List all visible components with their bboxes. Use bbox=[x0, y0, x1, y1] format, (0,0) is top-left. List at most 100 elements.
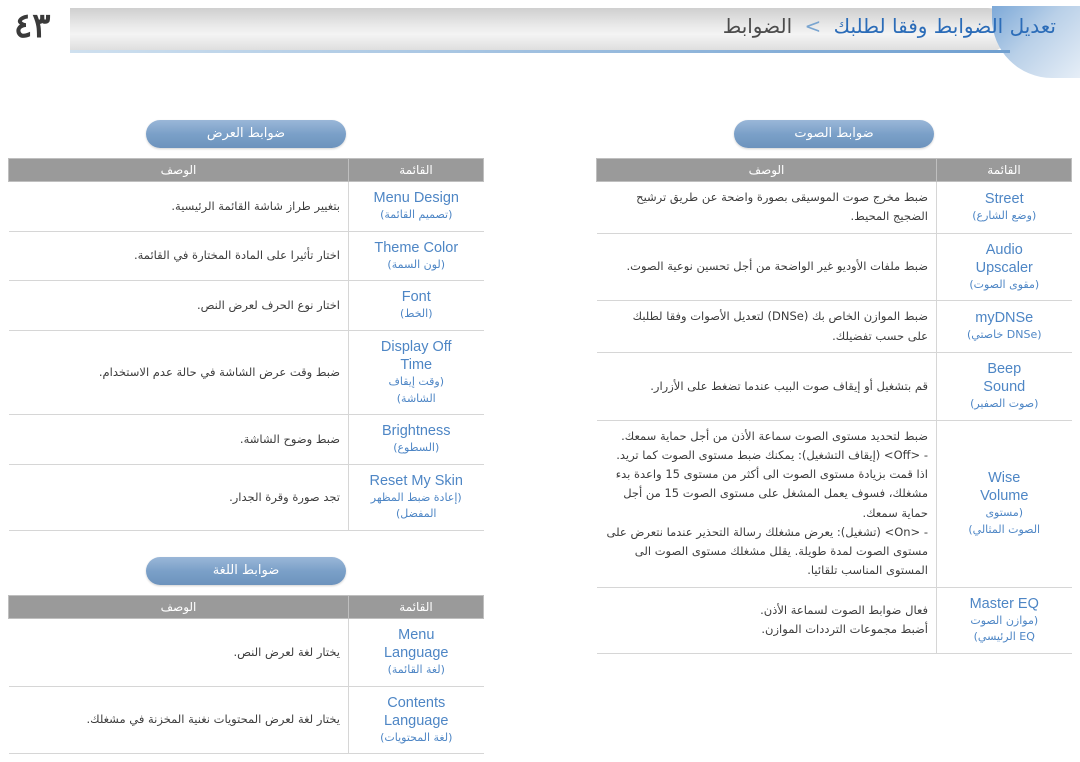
description-line: ضبط الموازن الخاص بك (DNSe) لتعديل الأصو… bbox=[632, 309, 928, 324]
table-row: Brightness (السطوع) ضبط وضوح الشاشة. bbox=[8, 414, 484, 465]
display-settings-heading: ضوابط العرض bbox=[146, 120, 346, 148]
table-row: myDNSe (DNSe خاصتي) ضبط الموازن الخاص بك (… bbox=[596, 300, 1072, 353]
column-header-description: الوصف bbox=[8, 594, 349, 619]
table-row: Display Off Time (وقت إيقاف الشاشة) ضبط وقت … bbox=[8, 330, 484, 416]
menu-item-cell: Reset My Skin (إعادة ضبط المظهر المفضل) bbox=[348, 464, 484, 531]
menu-item-label-en: Beep Sound bbox=[983, 360, 1026, 395]
sound-settings-heading: ضوابط الصوت bbox=[734, 120, 934, 148]
description-line: - <On> (تشغيل): يعرض مشغلك رسالة التحذير… bbox=[606, 524, 928, 539]
menu-item-label-ar: (تصميم القائمة) bbox=[380, 208, 453, 222]
description-line: اختار تأثيرا على المادة المختارة في القا… bbox=[133, 248, 340, 263]
menu-item-description: يختار لغة لعرض النص. bbox=[8, 618, 349, 687]
menu-item-cell: Street (وضع الشارع) bbox=[936, 181, 1072, 234]
description-line: ضبط وقت عرض الشاشة في حالة عدم الاستخدام… bbox=[98, 364, 340, 379]
menu-item-label-ar: (صوت الصفير) bbox=[970, 397, 1039, 410]
column-header-item: القائمة bbox=[936, 158, 1072, 182]
table-row: Master EQ (موازن الصوت EQ الرئيسي) فعال ضوا… bbox=[596, 587, 1072, 654]
menu-item-label-en: Display Off Time bbox=[380, 338, 452, 373]
column-header-description: الوصف bbox=[8, 158, 349, 182]
menu-item-cell: Beep Sound (صوت الصفير) bbox=[936, 352, 1072, 421]
menu-item-description: تجد صورة وقرة الجدار. bbox=[8, 464, 349, 531]
menu-item-label-en: Audio Upscaler bbox=[975, 241, 1033, 276]
menu-item-description: ضبط وضوح الشاشة. bbox=[8, 414, 349, 465]
description-line: على حسب تفضيلك. bbox=[832, 328, 928, 343]
page-title-section: الضوابط bbox=[722, 14, 793, 38]
table-row: Wise Volume (مستوى الصوت المثالي) ضبط لتحديد… bbox=[596, 420, 1072, 588]
menu-item-description: ضبط وقت عرض الشاشة في حالة عدم الاستخدام… bbox=[8, 330, 349, 416]
sound-settings-column: ضوابط الصوت القائمة الوصف Street (وضع الش… bbox=[596, 120, 1072, 654]
menu-item-label-ar: (مقوى الصوت) bbox=[969, 277, 1040, 291]
sound-settings-table: القائمة الوصف Street (وضع الشارع) ضبط مخرج… bbox=[596, 158, 1072, 654]
menu-item-description: يختار لغة لعرض المحتويات نغنية المخزنة ف… bbox=[8, 686, 349, 755]
page-number: ٤٣ bbox=[14, 8, 51, 45]
menu-item-description: اختار تأثيرا على المادة المختارة في القا… bbox=[8, 231, 349, 282]
table-row: Menu Language (لغة القائمة) يختار لغة لعرض … bbox=[8, 618, 484, 687]
table-row: Contents Language (لغة المحتويات) يختار لغة… bbox=[8, 686, 484, 755]
table-row: Font (الخط) اختار نوع الحرف لعرض النص. bbox=[8, 280, 484, 331]
menu-item-description: ضبط لتحديد مستوى الصوت سماعة الأذن من أج… bbox=[596, 420, 937, 588]
menu-item-description: بتغيير طراز شاشة القائمة الرئيسية. bbox=[8, 181, 349, 232]
menu-item-label-en: Font bbox=[401, 289, 431, 306]
display-settings-column: ضوابط العرض القائمة الوصف Menu Design (تص… bbox=[8, 120, 484, 755]
table-row: Audio Upscaler (مقوى الصوت) ضبط ملفات الأود… bbox=[596, 233, 1072, 302]
menu-item-cell: Audio Upscaler (مقوى الصوت) bbox=[936, 233, 1072, 302]
menu-item-cell: Menu Language (لغة القائمة) bbox=[348, 618, 484, 687]
description-line: قم بتشغيل أو إيقاف صوت البيب عندما تضغط … bbox=[650, 378, 928, 393]
menu-item-cell: Theme Color (لون السمة) bbox=[348, 231, 484, 282]
description-line: ضبط ملفات الأوديو غير الواضحة من أجل تحس… bbox=[626, 259, 928, 274]
menu-item-label-ar: (لغة القائمة) bbox=[387, 663, 445, 677]
menu-item-label-en: Contents Language bbox=[383, 694, 449, 729]
table-row: Theme Color (لون السمة) اختار تأثيرا على ا… bbox=[8, 231, 484, 282]
menu-item-label-en: Wise Volume bbox=[980, 469, 1029, 504]
menu-item-label-en: Master EQ bbox=[969, 595, 1039, 612]
menu-item-label-en: Menu Language bbox=[383, 626, 449, 661]
menu-item-label-ar: (السطوع) bbox=[393, 441, 440, 455]
menu-item-label-en: Street bbox=[984, 190, 1024, 207]
column-header-item: القائمة bbox=[348, 594, 484, 619]
description-line: - <Off> (إيقاف التشغيل): يمكنك ضبط مستوى… bbox=[616, 447, 928, 462]
page-title: تعديل الضوابط وفقا لطلبك > الضوابط bbox=[723, 14, 1056, 38]
menu-item-cell: Master EQ (موازن الصوت EQ الرئيسي) bbox=[936, 587, 1072, 654]
language-settings-table: القائمة الوصف Menu Language (لغة القائمة) ي… bbox=[8, 594, 484, 755]
menu-item-label-ar: (لون السمة) bbox=[387, 257, 446, 271]
description-line: يختار لغة لعرض المحتويات نغنية المخزنة ف… bbox=[86, 712, 340, 727]
display-settings-table: القائمة الوصف Menu Design (تصميم القائمة)… bbox=[8, 158, 484, 531]
table-row: Reset My Skin (إعادة ضبط المظهر المفضل) تجد… bbox=[8, 464, 484, 531]
description-line: أضبط مجموعات الترددات الموازن. bbox=[761, 622, 928, 637]
table-row: Street (وضع الشارع) ضبط مخرج صوت الموسيقى … bbox=[596, 181, 1072, 234]
language-settings-heading: ضوابط اللغة bbox=[146, 556, 346, 585]
breadcrumb-separator: > bbox=[804, 14, 822, 38]
menu-item-cell: Contents Language (لغة المحتويات) bbox=[348, 686, 484, 755]
menu-item-cell: Display Off Time (وقت إيقاف الشاشة) bbox=[348, 330, 484, 416]
menu-item-label-en: Theme Color bbox=[374, 239, 459, 256]
menu-item-label-en: myDNSe bbox=[975, 310, 1034, 327]
menu-item-label-ar: (موازن الصوت EQ الرئيسي) bbox=[970, 613, 1039, 644]
menu-item-description: ضبط الموازن الخاص بك (DNSe) لتعديل الأصو… bbox=[596, 300, 937, 353]
menu-item-label-ar: (لغة المحتويات) bbox=[380, 730, 453, 744]
description-line: فعال ضوابط الصوت لسماعة الأذن. bbox=[760, 602, 928, 617]
header-underline bbox=[70, 50, 1010, 53]
menu-item-label-en: Reset My Skin bbox=[369, 472, 463, 489]
description-line: ضبط لتحديد مستوى الصوت سماعة الأذن من أج… bbox=[621, 428, 928, 443]
menu-item-label-ar: (الخط) bbox=[399, 307, 433, 321]
table-row: Menu Design (تصميم القائمة) بتغيير طراز شا… bbox=[8, 181, 484, 232]
description-line: ضبط وضوح الشاشة. bbox=[239, 431, 340, 446]
menu-item-description: قم بتشغيل أو إيقاف صوت البيب عندما تضغط … bbox=[596, 352, 937, 421]
column-header-item: القائمة bbox=[348, 158, 484, 182]
menu-item-description: فعال ضوابط الصوت لسماعة الأذن. أضبط مجموع… bbox=[596, 587, 937, 654]
description-line: ضبط مخرج صوت الموسيقى بصورة واضحة عن طري… bbox=[636, 190, 928, 204]
menu-item-description: ضبط ملفات الأوديو غير الواضحة من أجل تحس… bbox=[596, 233, 937, 302]
table-header-row: القائمة الوصف bbox=[596, 158, 1072, 182]
description-line: المستوى المناسب تلقائيا. bbox=[807, 563, 928, 578]
menu-item-label-en: Brightness bbox=[381, 423, 451, 440]
menu-item-cell: Menu Design (تصميم القائمة) bbox=[348, 181, 484, 232]
menu-item-cell: Brightness (السطوع) bbox=[348, 414, 484, 465]
menu-item-label-en: Menu Design bbox=[373, 190, 459, 206]
description-line: بتغيير طراز شاشة القائمة الرئيسية. bbox=[171, 198, 340, 213]
description-line: الضجيج المحيط. bbox=[850, 209, 928, 224]
menu-item-cell: Font (الخط) bbox=[348, 280, 484, 331]
description-line: حماية سمعك. bbox=[862, 505, 928, 520]
description-line: مستوى الصوت لمدة طويلة. يقلل مشغلك مستوى… bbox=[634, 544, 928, 558]
menu-item-label-ar: (DNSe خاصتي) bbox=[966, 328, 1042, 342]
